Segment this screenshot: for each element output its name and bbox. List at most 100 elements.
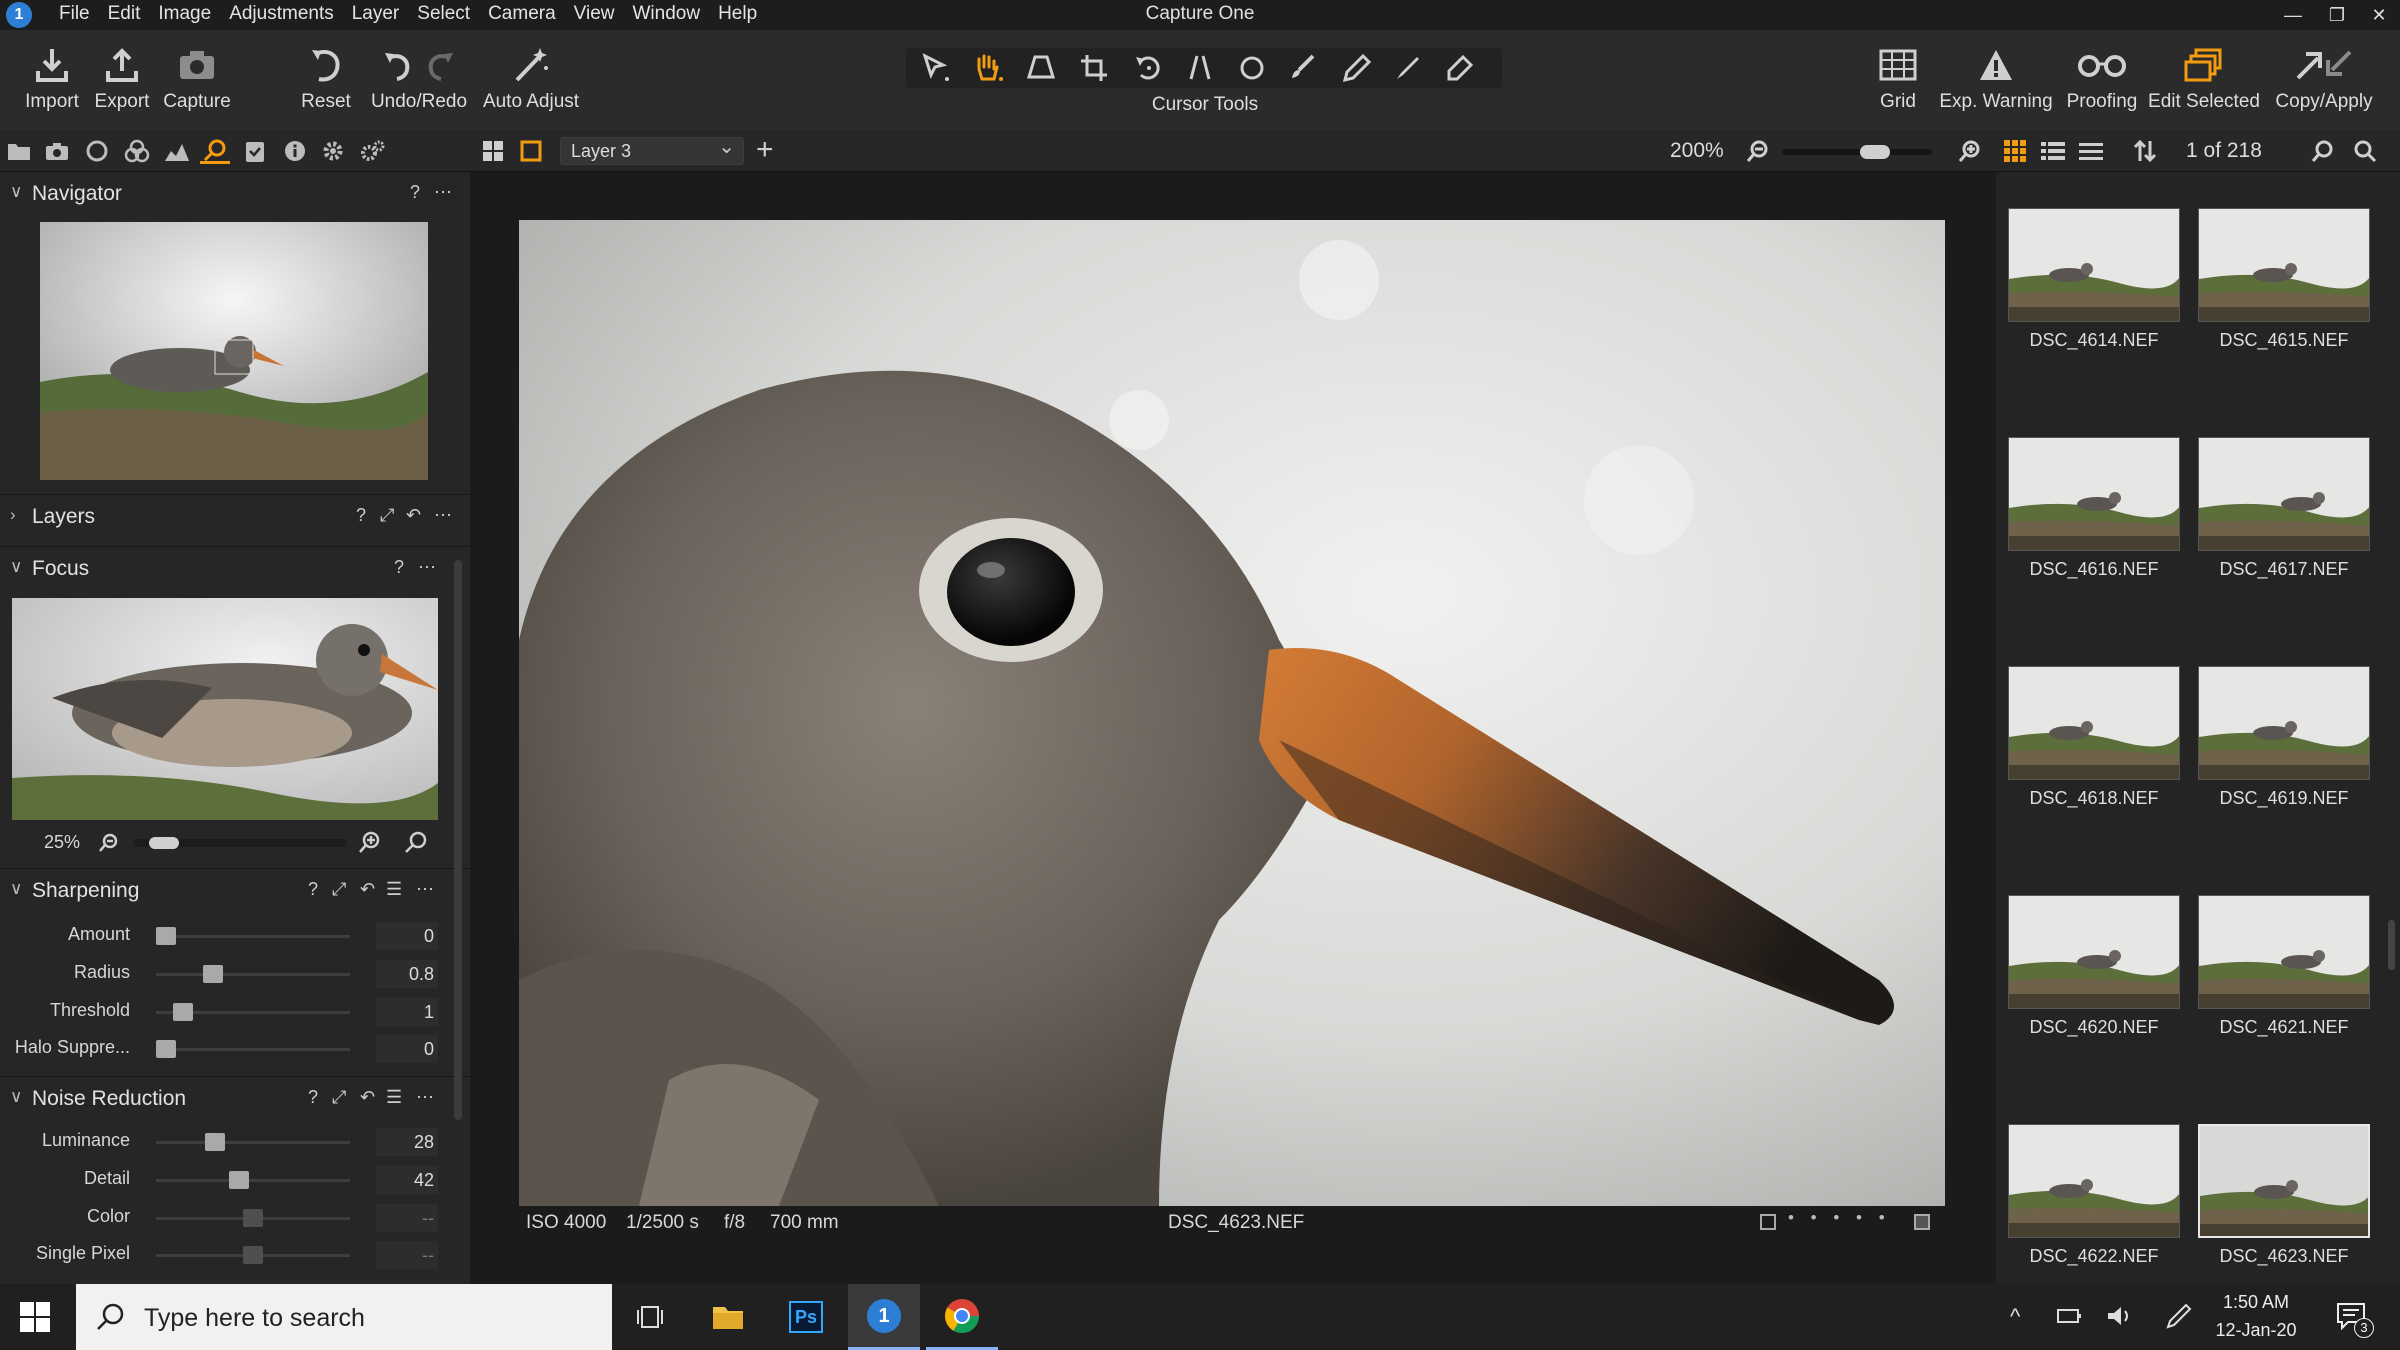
tab-batch[interactable] [358,138,388,164]
export-button[interactable]: Export [86,44,158,113]
tab-adjustments[interactable] [240,138,270,164]
capture-button[interactable]: Capture [156,44,238,113]
taskbar-search-box[interactable]: Type here to search [76,1284,612,1350]
thumbnail-item[interactable]: DSC_4616.NEF [2008,437,2180,607]
focus-zoom-slider-knob[interactable] [148,837,179,849]
menu-view[interactable]: View [565,0,624,28]
thumbnail-image[interactable] [2008,208,2180,322]
circle-mask-tool[interactable] [1230,52,1274,84]
more-options-icon[interactable]: ⋯ [434,182,452,203]
grid-button[interactable]: Grid [1862,44,1934,113]
menu-adjustments[interactable]: Adjustments [220,0,343,28]
more-options-icon[interactable]: ⋯ [418,557,436,578]
slider-track[interactable] [156,1179,350,1182]
rotate-tool[interactable] [1128,52,1172,84]
capture-one-icon[interactable]: 1 [848,1284,920,1350]
crop-tool[interactable] [1074,52,1118,84]
presets-icon[interactable]: ☰ [386,879,402,900]
thumbnail-image[interactable] [2008,666,2180,780]
more-options-icon[interactable]: ⋯ [416,1087,434,1108]
undo-redo-button[interactable]: Undo/Redo [366,44,472,113]
zoom-out-icon[interactable] [1746,139,1770,168]
pan-tool[interactable] [966,52,1010,84]
menu-select[interactable]: Select [408,0,479,28]
focus-preview[interactable] [12,598,438,820]
tab-library[interactable] [4,138,34,164]
viewer-single-button[interactable] [516,138,546,164]
minimize-button[interactable]: — [2270,0,2316,30]
slider-value-field[interactable]: 0.8 [376,960,438,988]
clock-date[interactable]: 12-Jan-20 [2206,1320,2306,1341]
photoshop-icon[interactable]: Ps [770,1284,842,1350]
edit-selected-button[interactable]: Edit Selected [2146,44,2262,113]
thumbnail-item[interactable]: DSC_4622.NEF [2008,1124,2180,1294]
thumbnail-item[interactable]: DSC_4620.NEF [2008,895,2180,1065]
draw-mask-tool[interactable] [1386,52,1430,84]
rating-stars[interactable]: • • • • • [1788,1208,1891,1228]
help-icon[interactable]: ? [308,879,318,900]
thumbnail-item[interactable]: DSC_4615.NEF [2198,208,2370,378]
main-image[interactable] [519,220,1945,1206]
zoom-out-icon[interactable] [98,832,120,859]
thumbnail-image[interactable] [2008,1124,2180,1238]
brush-tool[interactable] [1282,52,1326,84]
copy-adjustments-icon[interactable]: ⤢ [332,879,346,900]
sort-button[interactable] [2130,138,2160,164]
slider-value-field[interactable]: 28 [376,1128,438,1156]
thumbnail-image[interactable] [2008,895,2180,1009]
thumbnail-image[interactable] [2198,666,2370,780]
thumbnail-image[interactable] [2008,437,2180,551]
thumbnail-image[interactable] [2198,208,2370,322]
focus-header[interactable]: ∨ Focus ? ⋯ [0,546,470,590]
windows-start-icon[interactable] [20,1302,50,1337]
browser-search-button[interactable] [2350,138,2380,164]
battery-icon[interactable] [2054,1304,2082,1333]
pen-tool[interactable] [1334,52,1378,84]
reset-tool-icon[interactable]: ↶ [406,505,421,526]
thumbnail-item[interactable]: DSC_4621.NEF [2198,895,2370,1065]
reset-button[interactable]: Reset [290,44,362,113]
thumbnail-image[interactable] [2198,895,2370,1009]
slider-value-field[interactable]: 0 [376,1035,438,1063]
variant-icon[interactable] [1914,1214,1930,1230]
help-icon[interactable]: ? [410,182,420,203]
slider-knob[interactable] [202,965,223,983]
tab-exposure[interactable] [162,138,192,164]
slider-knob[interactable] [229,1171,250,1189]
browser-list-button[interactable] [2038,138,2068,164]
help-icon[interactable]: ? [356,505,366,526]
perspective-tool[interactable] [1020,52,1064,84]
straighten-tool[interactable] [1180,52,1224,84]
eraser-tool[interactable] [1438,52,1482,84]
reset-tool-icon[interactable]: ↶ [360,879,375,900]
import-button[interactable]: Import [16,44,88,113]
copy-apply-button[interactable]: Copy/Apply [2266,44,2382,113]
viewer-zoom-slider[interactable] [1782,149,1932,155]
menu-help[interactable]: Help [709,0,766,28]
tab-metadata[interactable] [280,138,310,164]
slider-value-field[interactable]: 0 [376,922,438,950]
select-cursor-tool[interactable] [914,52,958,84]
thumbnail-item[interactable]: DSC_4623.NEF [2198,1124,2370,1294]
menu-edit[interactable]: Edit [99,0,150,28]
proofing-button[interactable]: Proofing [2058,44,2146,113]
reset-tool-icon[interactable]: ↶ [360,1087,375,1108]
thumbnail-item[interactable]: DSC_4617.NEF [2198,437,2370,607]
layers-header[interactable]: › Layers ? ⤢ ↶ ⋯ [0,494,470,538]
thumbnail-image[interactable] [2198,1124,2370,1238]
thumbnail-item[interactable]: DSC_4614.NEF [2008,208,2180,378]
thumbnail-image[interactable] [2198,437,2370,551]
file-explorer-icon[interactable] [692,1284,764,1350]
color-tag-box[interactable] [1760,1214,1776,1230]
slider-track[interactable] [156,973,350,976]
menu-file[interactable]: File [50,0,99,28]
navigator-header[interactable]: ∨ Navigator ? ⋯ [0,172,470,216]
help-icon[interactable]: ? [394,557,404,578]
browser-zoom-button[interactable] [2308,138,2338,164]
browser-scrollbar[interactable] [2388,920,2395,970]
close-button[interactable]: ✕ [2356,0,2400,30]
chrome-icon[interactable] [926,1284,998,1350]
maximize-button[interactable]: ❐ [2314,0,2360,30]
tab-capture[interactable] [42,138,72,164]
clock-time[interactable]: 1:50 AM [2206,1292,2306,1313]
